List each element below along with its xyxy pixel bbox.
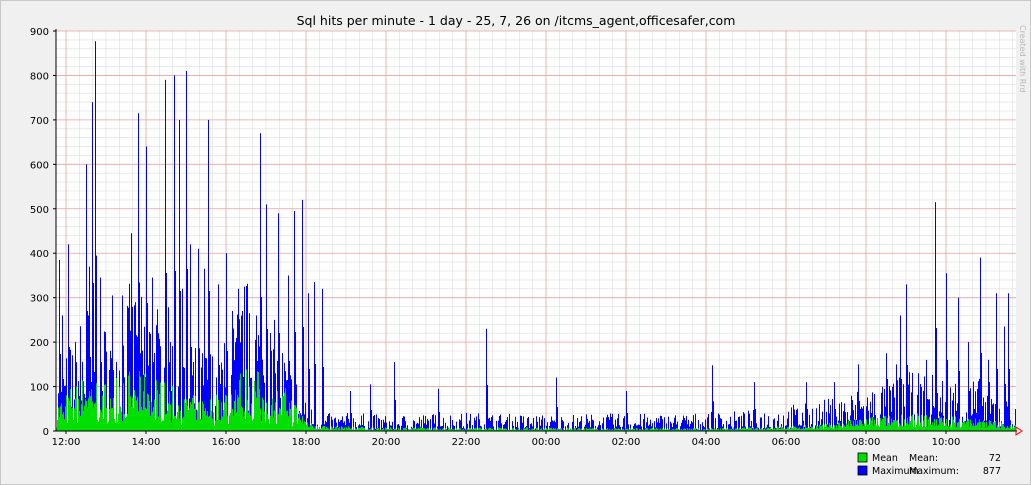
x-tick-label: 04:00	[692, 437, 721, 448]
y-tick-label: 100	[30, 383, 49, 394]
legend-stat-value-maximum: 877	[983, 466, 1001, 477]
watermark: Created with Rrd	[1018, 25, 1027, 93]
x-tick-label: 02:00	[612, 437, 641, 448]
x-tick-label: 06:00	[772, 437, 801, 448]
y-tick-label: 500	[30, 205, 49, 216]
x-tick-label: 16:00	[212, 437, 241, 448]
y-tick-label: 0	[43, 427, 49, 438]
chart-title: Sql hits per minute - 1 day - 25, 7, 26 …	[297, 13, 736, 28]
sql-hits-chart: Sql hits per minute - 1 day - 25, 7, 26 …	[30, 13, 1027, 477]
graph-window: Sql hits per minute - 1 day - 25, 7, 26 …	[0, 0, 1031, 485]
x-tick-label: 14:00	[132, 437, 161, 448]
x-tick-label: 22:00	[452, 437, 481, 448]
y-tick-label: 700	[30, 116, 49, 127]
legend: Mean Mean: 72 Maximum Maximum: 877	[857, 452, 1001, 477]
y-tick-label: 800	[30, 71, 49, 82]
legend-stat-label-mean: Mean:	[909, 453, 938, 464]
y-tick-label: 600	[30, 160, 49, 171]
legend-swatch-maximum	[857, 465, 868, 476]
x-tick-label: 12:00	[52, 437, 81, 448]
y-axis-ticks: 0 100 200 300 400 500 600 700 800 900	[30, 27, 56, 438]
x-tick-label: 00:00	[532, 437, 561, 448]
y-tick-label: 200	[30, 338, 49, 349]
x-tick-label: 20:00	[372, 437, 401, 448]
legend-stat-value-mean: 72	[989, 453, 1001, 464]
x-axis-ticks: 12:00 14:00 16:00 18:00 20:00 22:00 00:00 02:00…	[52, 431, 961, 448]
x-tick-label: 08:00	[852, 437, 881, 448]
legend-item-mean: Mean Mean: 72	[857, 452, 1001, 464]
legend-item-maximum: Maximum Maximum: 877	[857, 465, 1001, 477]
x-tick-label: 10:00	[932, 437, 961, 448]
legend-label-mean: Mean	[872, 453, 898, 464]
y-tick-label: 300	[30, 294, 49, 305]
legend-swatch-mean	[857, 452, 868, 463]
x-tick-label: 18:00	[292, 437, 321, 448]
legend-stat-label-maximum: Maximum:	[909, 466, 959, 477]
y-tick-label: 400	[30, 249, 49, 260]
y-tick-label: 900	[30, 27, 49, 38]
